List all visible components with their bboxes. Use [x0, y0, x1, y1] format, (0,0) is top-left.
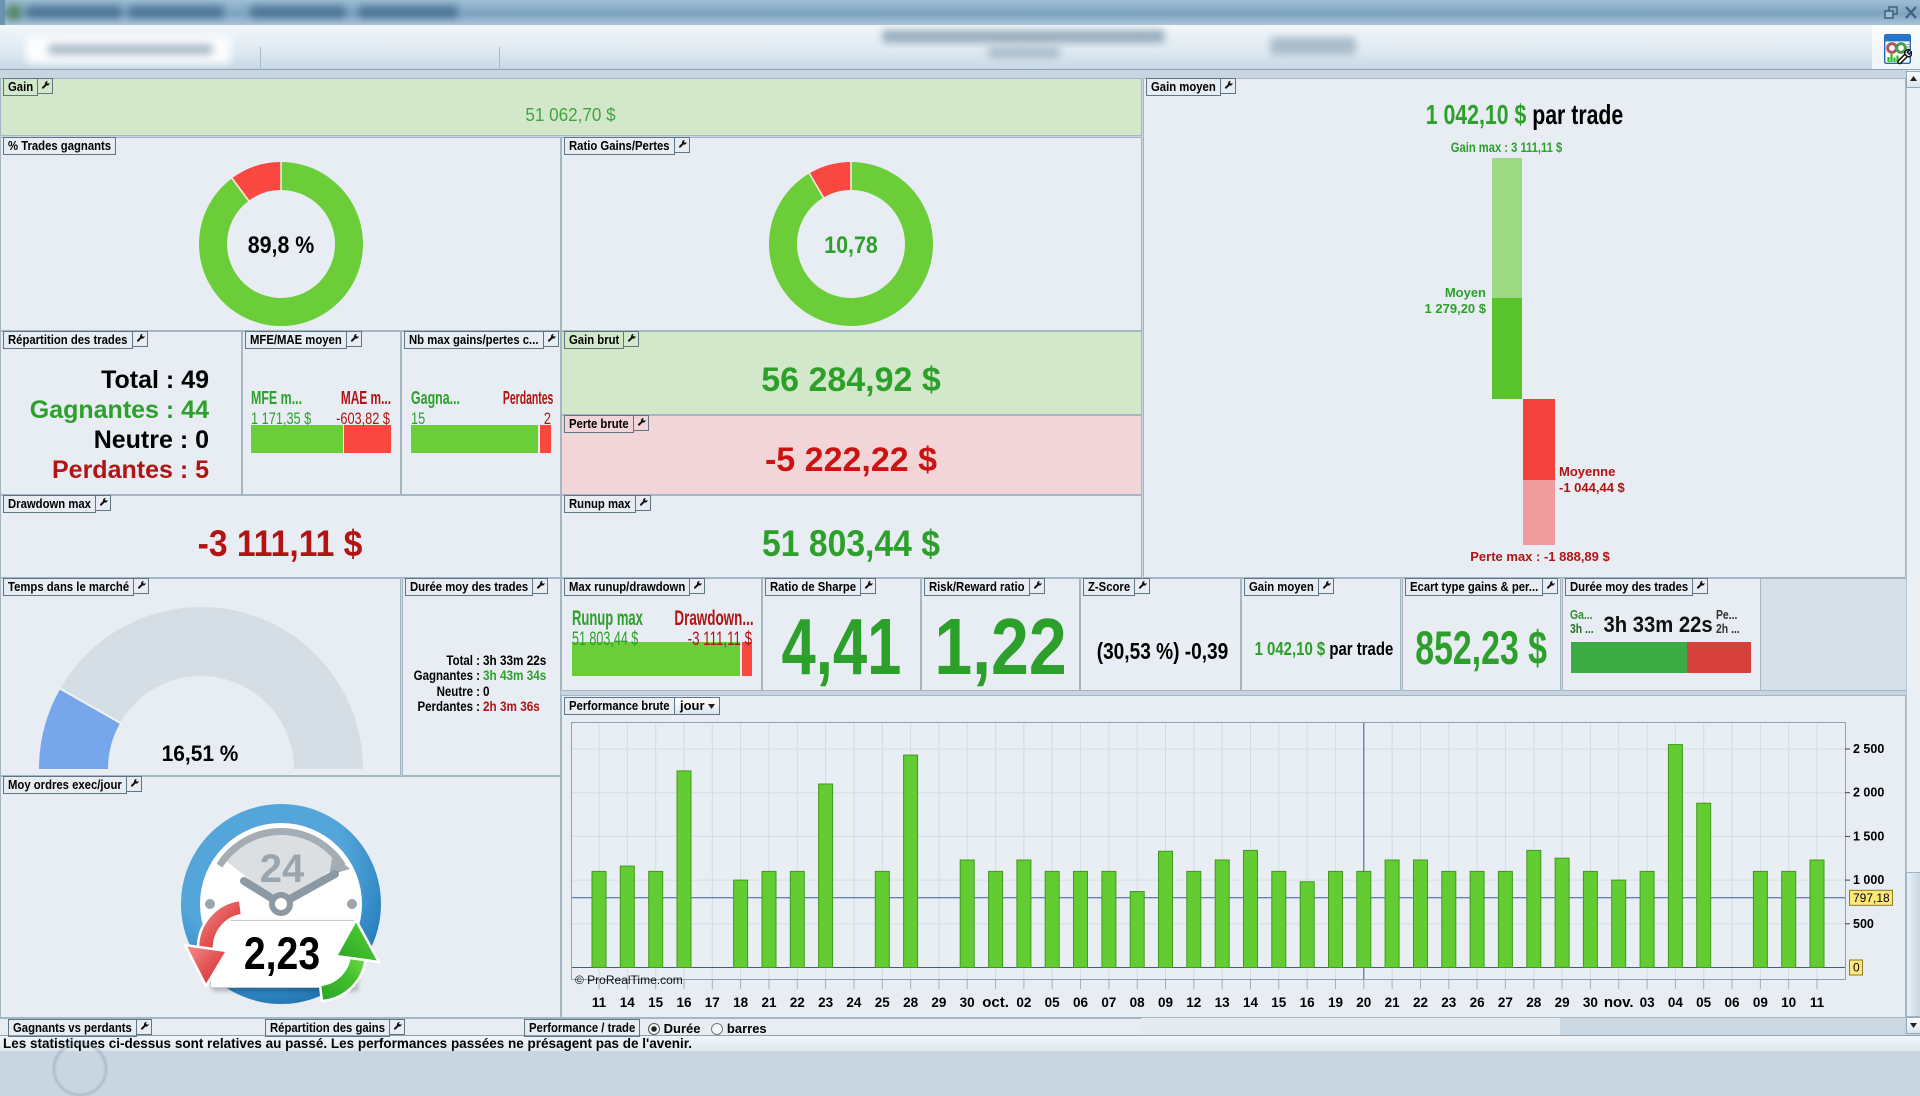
svg-text:1 500: 1 500 [1853, 829, 1884, 843]
svg-text:10: 10 [1781, 995, 1796, 1010]
svg-text:05: 05 [1696, 995, 1712, 1010]
svg-text:09: 09 [1753, 995, 1768, 1010]
svg-text:© ProRealTime.com: © ProRealTime.com [575, 973, 683, 987]
svg-text:15: 15 [1271, 995, 1287, 1010]
svg-text:19: 19 [1328, 995, 1343, 1010]
svg-text:23: 23 [1441, 995, 1457, 1010]
svg-text:02: 02 [1016, 995, 1031, 1010]
svg-text:11: 11 [592, 995, 607, 1010]
svg-text:1 000: 1 000 [1853, 873, 1884, 887]
svg-text:797,18: 797,18 [1853, 891, 1890, 905]
svg-text:13: 13 [1215, 995, 1231, 1010]
svg-text:15: 15 [648, 995, 664, 1010]
svg-text:30: 30 [1583, 995, 1598, 1010]
svg-text:26: 26 [1470, 995, 1486, 1010]
svg-text:21: 21 [761, 995, 777, 1010]
svg-text:05: 05 [1045, 995, 1061, 1010]
svg-text:08: 08 [1130, 995, 1146, 1010]
svg-text:17: 17 [705, 995, 720, 1010]
svg-text:07: 07 [1101, 995, 1116, 1010]
svg-text:22: 22 [790, 995, 805, 1010]
svg-text:21: 21 [1385, 995, 1401, 1010]
svg-text:06: 06 [1724, 995, 1740, 1010]
svg-text:0: 0 [1853, 961, 1860, 975]
svg-text:11: 11 [1810, 995, 1825, 1010]
svg-text:30: 30 [960, 995, 975, 1010]
svg-text:14: 14 [1243, 995, 1259, 1010]
svg-text:06: 06 [1073, 995, 1089, 1010]
svg-text:14: 14 [620, 995, 636, 1010]
svg-text:20: 20 [1356, 995, 1371, 1010]
svg-text:nov.: nov. [1604, 994, 1634, 1011]
svg-text:16: 16 [676, 995, 692, 1010]
svg-text:2 000: 2 000 [1853, 786, 1884, 800]
svg-text:29: 29 [1555, 995, 1570, 1010]
svg-text:28: 28 [903, 995, 919, 1010]
svg-text:04: 04 [1668, 995, 1684, 1010]
svg-text:22: 22 [1413, 995, 1428, 1010]
svg-text:27: 27 [1498, 995, 1513, 1010]
svg-text:12: 12 [1186, 995, 1201, 1010]
svg-text:29: 29 [931, 995, 946, 1010]
svg-text:2 500: 2 500 [1853, 742, 1884, 756]
svg-text:500: 500 [1853, 917, 1874, 931]
svg-text:oct.: oct. [982, 994, 1009, 1011]
svg-text:09: 09 [1158, 995, 1173, 1010]
svg-text:28: 28 [1526, 995, 1542, 1010]
svg-text:24: 24 [846, 995, 862, 1010]
svg-text:16: 16 [1300, 995, 1316, 1010]
svg-text:18: 18 [733, 995, 749, 1010]
svg-text:03: 03 [1640, 995, 1656, 1010]
svg-text:24: 24 [260, 847, 305, 891]
svg-text:23: 23 [818, 995, 834, 1010]
svg-text:25: 25 [875, 995, 891, 1010]
